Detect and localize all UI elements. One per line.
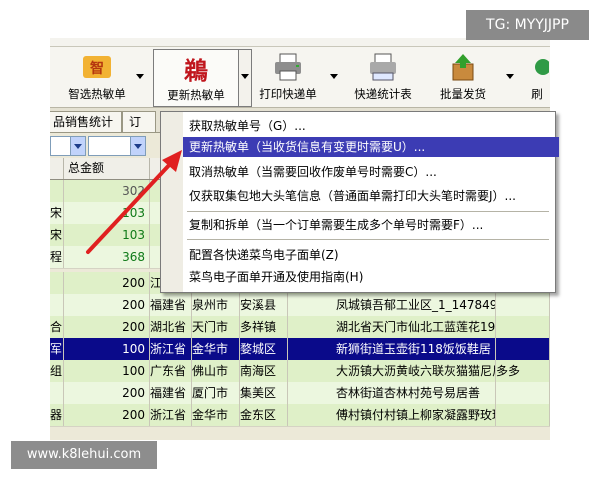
watermark-top-right: TG: MYYJJPP bbox=[466, 10, 589, 40]
annotation-arrow bbox=[86, 150, 182, 254]
watermark-bottom-left: www.k8lehui.com bbox=[11, 441, 157, 469]
